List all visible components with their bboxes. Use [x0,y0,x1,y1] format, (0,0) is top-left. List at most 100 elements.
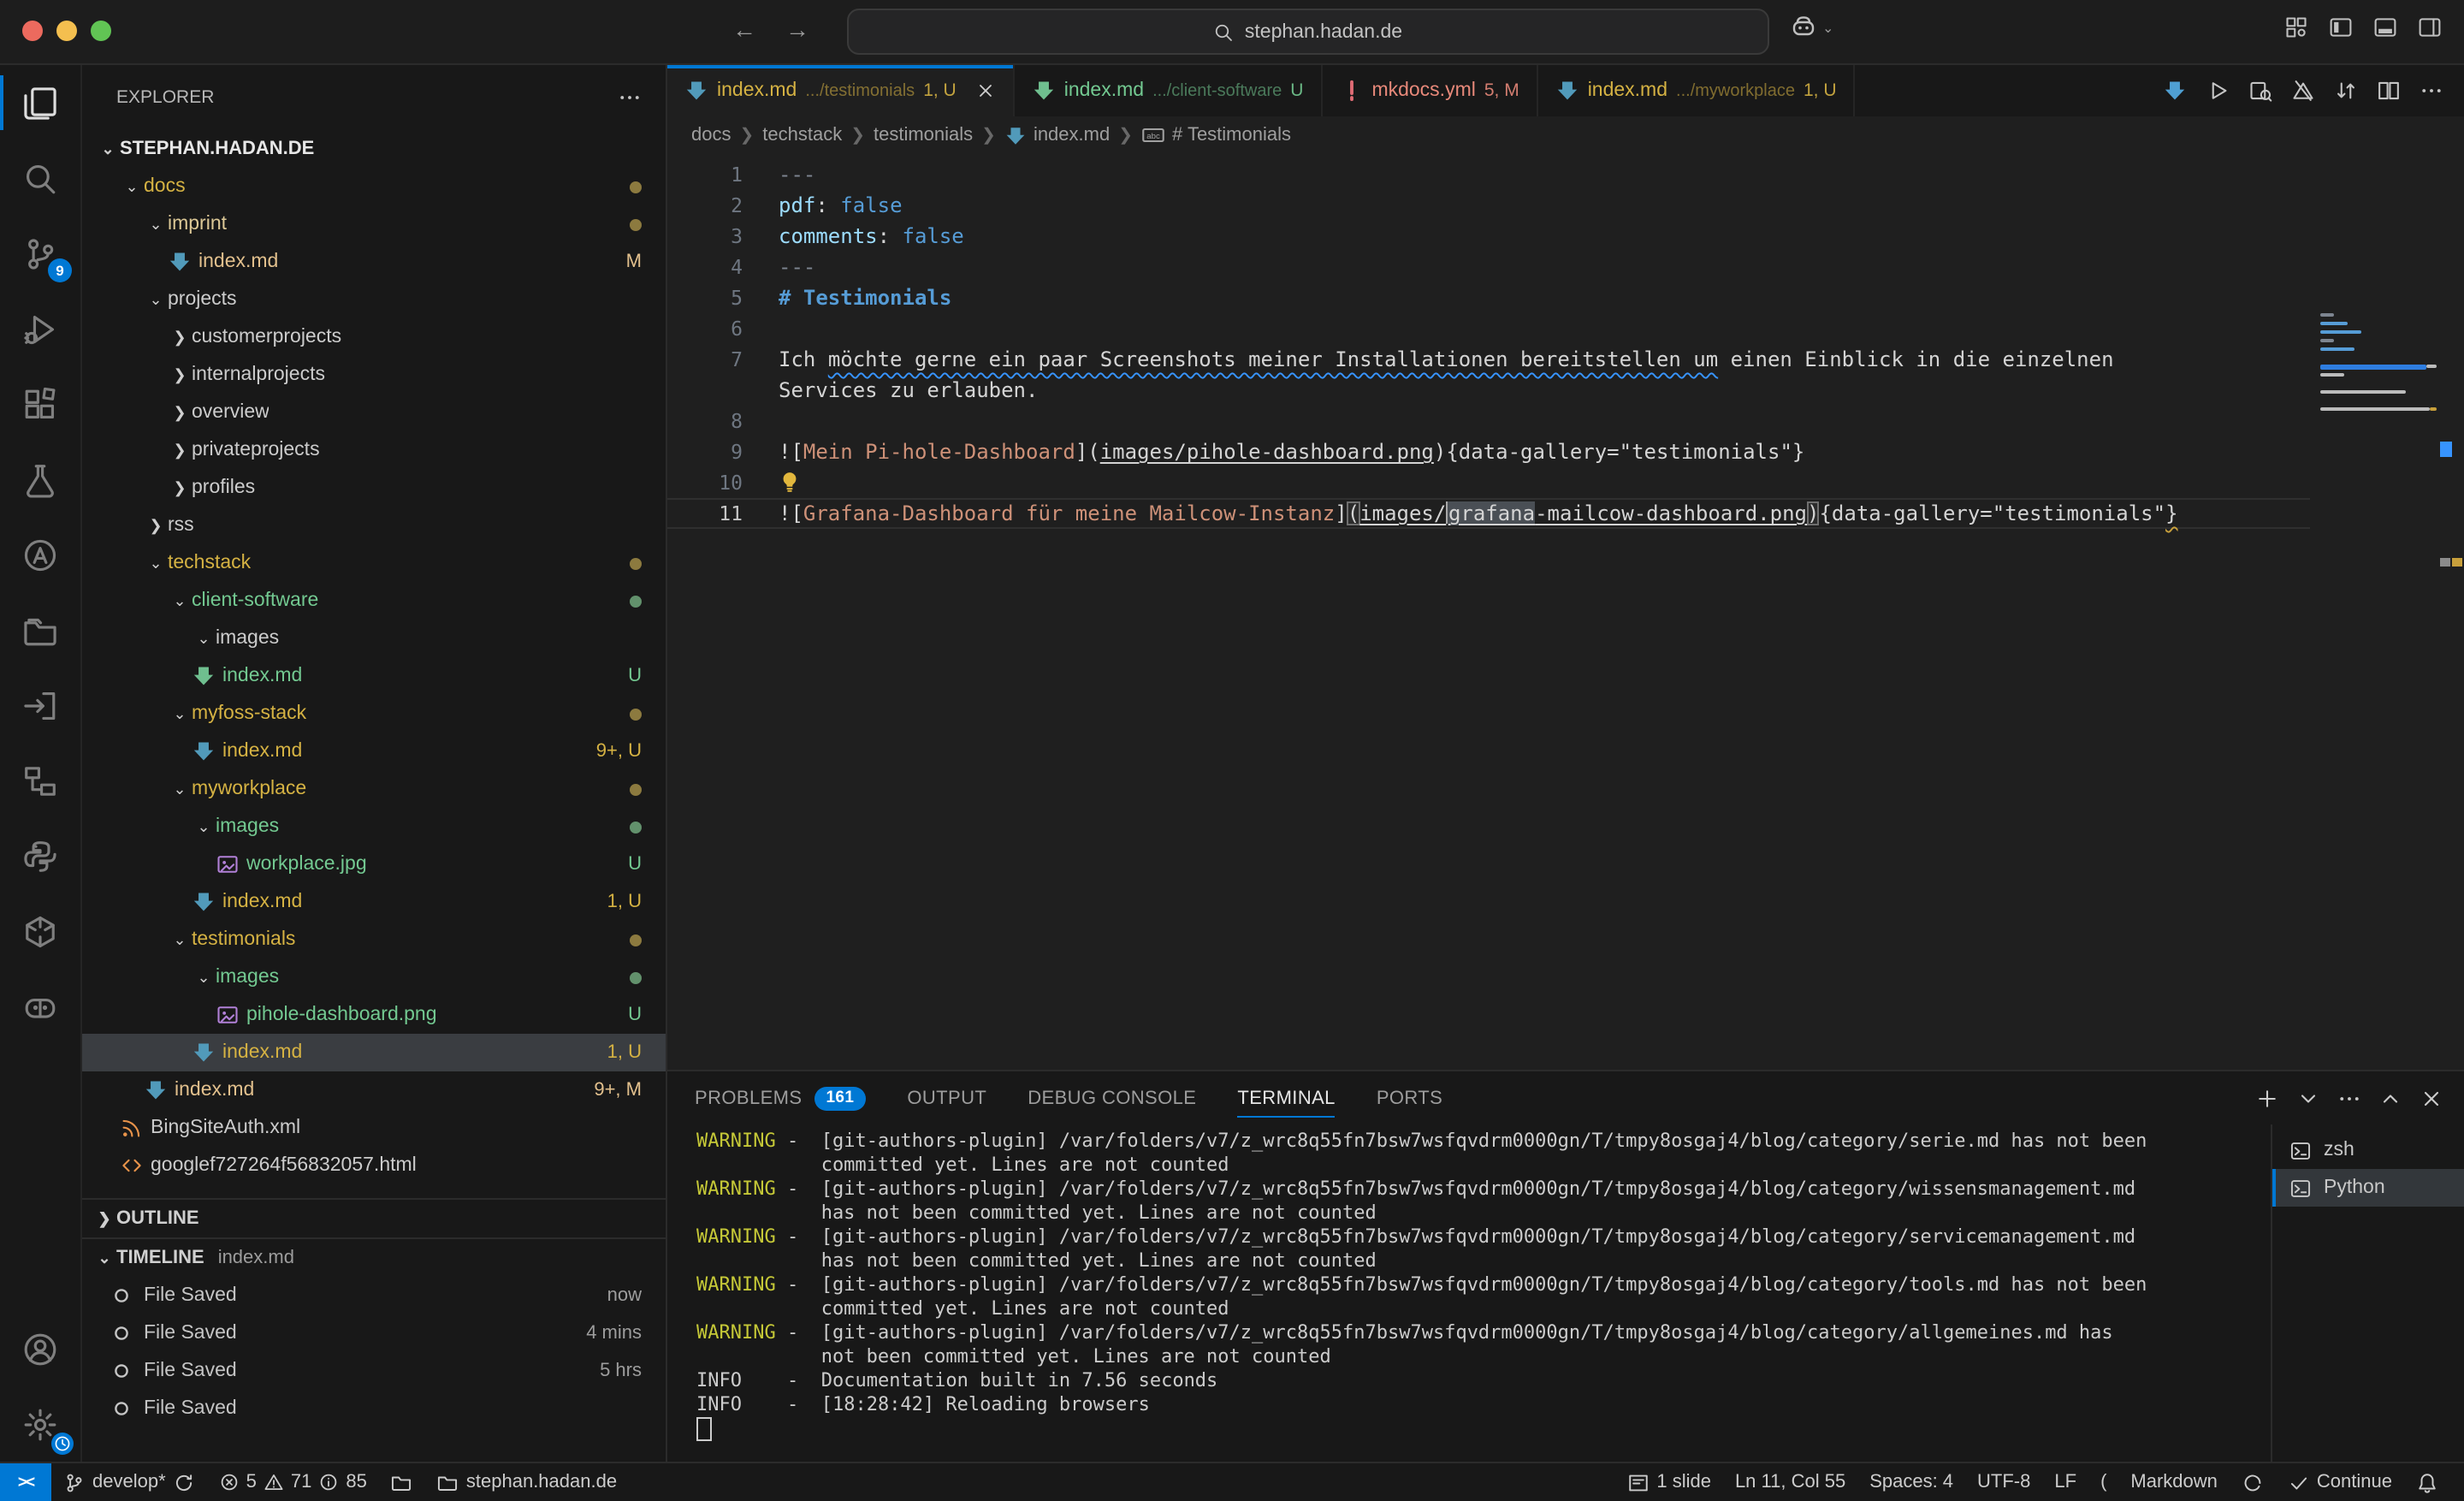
tree-item-testimonials[interactable]: ⌄testimonials [82,921,666,958]
panel-tab-debug-console[interactable]: DEBUG CONSOLE [1028,1071,1196,1124]
more-icon[interactable] [2420,79,2443,103]
tree-item-myfoss-stack[interactable]: ⌄myfoss-stack [82,695,666,733]
activity-item-exit-door[interactable] [0,667,80,743]
tree-item-imprint[interactable]: ⌄imprint [82,205,666,243]
breadcrumb-item-0[interactable]: docs [691,125,732,145]
tree-item-images[interactable]: ⌄images [82,958,666,996]
tree-item-client-software[interactable]: ⌄client-software [82,582,666,620]
activity-item-hex-package[interactable] [0,893,80,969]
activity-item-account[interactable] [0,1311,80,1386]
tree-item-index-md[interactable]: index.mdU [82,657,666,695]
activity-item-copilot-faces[interactable] [0,969,80,1044]
status-branch[interactable]: develop* [51,1463,207,1501]
activity-item-circle-a[interactable] [0,517,80,592]
activity-item-project-folder[interactable] [0,592,80,667]
panel-tab-ports[interactable]: PORTS [1377,1071,1442,1124]
tree-item-images[interactable]: ⌄images [82,808,666,845]
code-line-wrap[interactable]: Services zu erlauben. [667,375,2310,406]
terminal-instance-python[interactable]: Python [2272,1169,2464,1207]
tree-item-pihole-dashboard-png[interactable]: pihole-dashboard.pngU [82,996,666,1034]
tree-item-techstack[interactable]: ⌄techstack [82,544,666,582]
tree-root[interactable]: ⌄STEPHAN.HADAN.DE [82,130,666,168]
outline-section-header[interactable]: ❯ OUTLINE [82,1200,666,1237]
toggle-sidebar-left-icon[interactable] [2329,15,2353,39]
forward-icon[interactable]: → [785,15,809,43]
tab-mkdocs-yml[interactable]: mkdocs.yml5, M [1322,65,1537,116]
code-line-11[interactable]: 11![Grafana-Dashboard für meine Mailcow-… [667,498,2310,529]
toggle-sidebar-right-icon[interactable] [2418,15,2442,39]
tree-item-profiles[interactable]: ❯profiles [82,469,666,507]
chevron-down-icon[interactable] [2296,1086,2320,1110]
activity-item-run-debug[interactable] [0,291,80,366]
tab-index-md[interactable]: index.md.../myworkplace1, U [1538,65,1856,116]
minimap[interactable] [2317,154,2440,1070]
timeline-item[interactable]: File Saved4 mins [82,1314,666,1352]
code-line-4[interactable]: 4--- [667,252,2310,282]
copilot-account-icon[interactable] [1790,14,1817,41]
breadcrumb-item-2[interactable]: testimonials [874,125,973,145]
toggle-panel-icon[interactable] [2373,15,2397,39]
customize-layout-icon[interactable] [2284,15,2308,39]
activity-item-source-control[interactable]: 9 [0,216,80,291]
breadcrumb-item-3[interactable]: index.md [1004,124,1110,146]
status-problems[interactable]: 57185 [207,1463,379,1501]
status-cursor[interactable]: Ln 11, Col 55 [1723,1463,1857,1501]
close-icon[interactable] [975,80,996,101]
timeline-item[interactable]: File Savednow [82,1277,666,1314]
tree-item-myworkplace[interactable]: ⌄myworkplace [82,770,666,808]
back-icon[interactable]: ← [732,15,756,43]
status-slides[interactable]: 1 slide [1615,1463,1723,1501]
command-center-search[interactable]: stephan.hadan.de [847,9,1769,55]
tree-item-overview[interactable]: ❯overview [82,394,666,431]
activity-item-python[interactable] [0,818,80,893]
tree-item-index-md[interactable]: index.md9+, U [82,733,666,770]
timeline-item[interactable]: File Saved [82,1390,666,1427]
code-line-7[interactable]: 7Ich möchte gerne ein paar Screenshots m… [667,344,2310,375]
code-line-3[interactable]: 3comments: false [667,221,2310,252]
status-window-folder[interactable] [379,1463,425,1501]
more-icon[interactable] [2337,1086,2361,1110]
breadcrumb-item-1[interactable]: techstack [762,125,842,145]
close-window-button[interactable] [22,21,43,41]
status-site[interactable]: stephan.hadan.de [425,1463,629,1501]
terminal-output[interactable]: WARNING - [git-authors-plugin] /var/fold… [667,1124,2272,1462]
tree-item-docs[interactable]: ⌄docs [82,168,666,205]
activity-item-settings[interactable] [0,1386,80,1462]
tree-item-images[interactable]: ⌄images [82,620,666,657]
status-continue[interactable]: Continue [2276,1463,2404,1501]
tree-item-index-md[interactable]: index.md1, U [82,1034,666,1071]
split-icon[interactable] [2377,79,2401,103]
tree-item-customerprojects[interactable]: ❯customerprojects [82,318,666,356]
tree-item-googlef727264f56832057-html[interactable]: googlef727264f56832057.html [82,1147,666,1184]
activity-item-flowchart[interactable] [0,743,80,818]
tree-item-bingsiteauth-xml[interactable]: BingSiteAuth.xml [82,1109,666,1147]
tree-item-index-md[interactable]: index.md1, U [82,883,666,921]
code-line-5[interactable]: 5# Testimonials [667,282,2310,313]
tab-index-md[interactable]: index.md.../testimonials1, U [667,65,1015,116]
md-download-icon[interactable] [2163,79,2187,103]
close-icon[interactable] [2420,1086,2443,1110]
code-line-1[interactable]: 1--- [667,159,2310,190]
activity-item-extensions[interactable] [0,366,80,442]
tree-item-workplace-jpg[interactable]: workplace.jpgU [82,845,666,883]
chevron-up-icon[interactable] [2378,1086,2402,1110]
terminal-instance-zsh[interactable]: zsh [2272,1131,2464,1169]
tree-item-rss[interactable]: ❯rss [82,507,666,544]
status-remote-indicator[interactable]: >< [0,1463,51,1501]
status-lang-paren[interactable]: ( [2088,1463,2118,1501]
status-spinner[interactable] [2230,1463,2276,1501]
code-line-2[interactable]: 2pdf: false [667,190,2310,221]
minimize-window-button[interactable] [56,21,77,41]
code-line-6[interactable]: 6 [667,313,2310,344]
activity-item-explorer[interactable] [0,65,80,140]
breadcrumb-item-4[interactable]: abc# Testimonials [1141,123,1291,147]
status-notifications[interactable] [2404,1463,2450,1501]
tree-item-privateprojects[interactable]: ❯privateprojects [82,431,666,469]
status-indent[interactable]: Spaces: 4 [1857,1463,1965,1501]
code-line-8[interactable]: 8 [667,406,2310,436]
panel-tab-terminal[interactable]: TERMINAL [1237,1071,1335,1124]
run-icon[interactable] [2206,79,2230,103]
code-line-9[interactable]: 9![Mein Pi-hole-Dashboard](images/pihole… [667,436,2310,467]
timeline-item[interactable]: File Saved5 hrs [82,1352,666,1390]
tree-item-internalprojects[interactable]: ❯internalprojects [82,356,666,394]
